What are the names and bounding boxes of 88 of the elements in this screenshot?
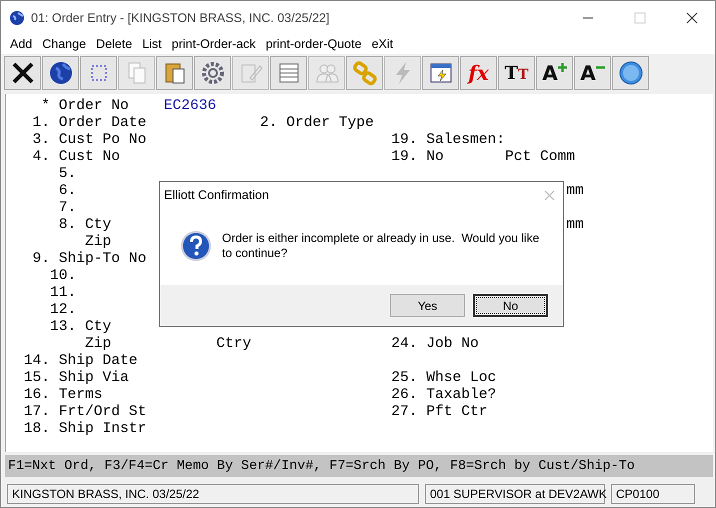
field-label: Whse Loc [426,370,496,387]
field-number: 26. [391,387,418,404]
no-button[interactable]: No [473,294,548,317]
menu-item[interactable]: print-order-Quote [260,37,367,51]
field-number: 6. [58,183,76,200]
field-label: Salesmen: [426,132,505,149]
field-label: Cty [85,319,112,336]
field-number: 7. [58,200,76,217]
font-glyph: TT [504,62,528,84]
field-label: Order Type [286,115,374,132]
font-letter-glyph: A [580,62,596,84]
font-letter-glyph: A [542,62,558,84]
chain-icon [352,60,378,86]
menu-item[interactable]: List [137,37,167,51]
field-label: Ship Via [58,370,129,387]
field-number: 12. [50,302,76,319]
function-glyph: fx [468,61,489,85]
field-number: 19. [391,132,418,149]
status-field: CP0100 [611,484,695,504]
field-label: Zip [85,336,112,353]
field-label: Order Date [58,115,146,132]
field-number: 9. [32,251,50,268]
toolbar-button[interactable] [80,56,117,90]
field-label: Terms [58,387,102,404]
globe-icon [48,60,74,86]
field-label: mm [566,183,584,200]
field-label: Ship Instr [58,421,146,438]
field-number: 8. [58,217,76,234]
app-globe-icon [9,10,25,26]
required-mark: * [41,98,50,115]
field-label: Job No [426,336,479,353]
field-number: 17. [24,404,50,421]
field-number: 15. [24,370,50,387]
field-label: Cty [85,217,112,234]
field-label: mm [566,217,584,234]
toolbar-button[interactable]: fx [460,56,497,90]
menu-item[interactable]: Add [5,37,38,51]
menu-item[interactable]: eXit [366,37,398,51]
field-label: Ctry [216,336,252,353]
field-label: Pct [505,149,532,166]
field-number: 27. [391,404,418,421]
field-label: Ship Date [58,353,138,370]
plus-icon [558,63,567,72]
question-icon [180,230,212,262]
field-label: Ship-To No [58,251,146,268]
status-field: KINGSTON BRASS, INC. 03/25/22 [7,484,419,504]
field-label: Cust No [58,149,120,166]
field-label: Pft Ctr [426,404,488,421]
field-label: Taxable? [426,387,496,404]
close-icon [10,60,36,86]
field-number: 16. [24,387,50,404]
field-label: Cust Po No [58,132,146,149]
dialog-message: Order is either incomplete or already in use. Would you like to continue? [222,230,540,260]
toolbar-button[interactable] [42,56,79,90]
field-label: Comm [540,149,575,166]
field-number: 24. [391,336,418,353]
toolbar-button[interactable]: A [574,56,611,90]
yes-button[interactable]: Yes [390,294,465,317]
field-value: EC2636 [164,98,216,115]
field-number: 25. [391,370,418,387]
field-number: 11. [50,285,76,302]
field-label: Frt/Ord St [58,404,146,421]
window-title: 01: Order Entry - [KINGSTON BRASS, INC. 03/25/22] [31,10,330,24]
toolbar-button[interactable] [156,56,193,90]
toolbar-button[interactable]: A [536,56,573,90]
toolbar-button[interactable] [4,56,41,90]
field-number: 5. [58,166,76,183]
field-number: 2. [260,115,278,132]
field-number: 13. [50,319,76,336]
field-number: 19. [391,149,418,166]
toolbar-button[interactable] [422,56,459,90]
menu-item[interactable]: Delete [91,37,138,51]
field-number: 3. [32,132,50,149]
field-label: Zip [85,234,112,251]
field-number: 14. [24,353,50,370]
field-number: 1. [32,115,50,132]
menu-item[interactable]: print-Order-ack [166,37,261,51]
field-label: No [426,149,444,166]
field-number: 4. [32,149,50,166]
status-field: 001 SUPERVISOR at DEV2AWK [425,484,605,504]
field-label: Order No [58,98,129,115]
field-number: 18. [24,421,50,438]
menu-item[interactable]: Change [37,37,92,51]
toolbar-button[interactable]: TT [498,56,535,90]
field-number: 10. [50,268,76,285]
dialog-title: Elliott Confirmation [164,188,269,202]
function-key-hints: F1=Nxt Ord, F3/F4=Cr Memo By Ser#/Inv#, F7=Srch By PO, F8=Srch by Cust/Ship-To [8,458,635,474]
gear-icon [200,60,226,86]
